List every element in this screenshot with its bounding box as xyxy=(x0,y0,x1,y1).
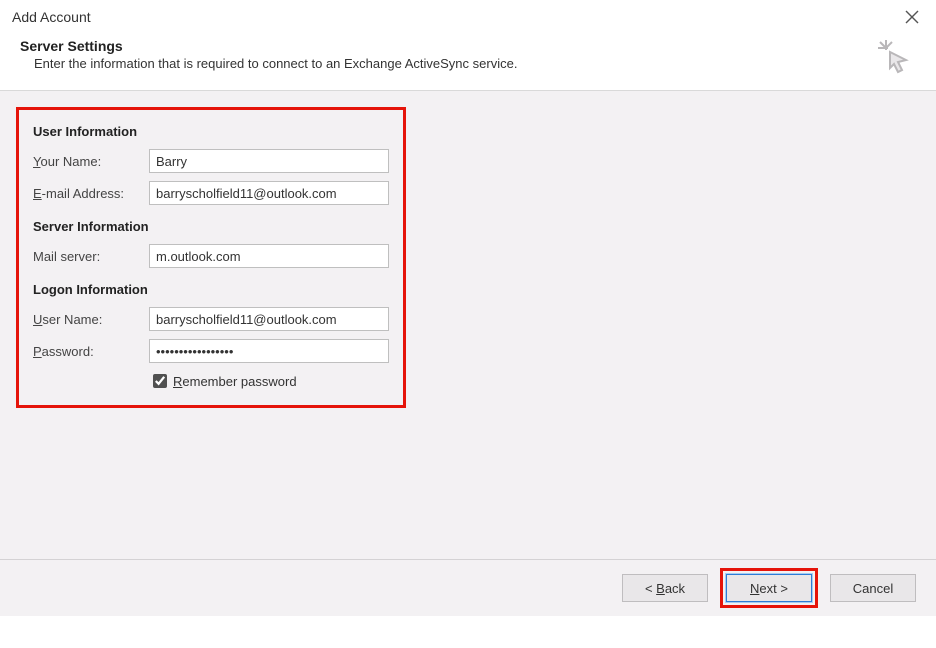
header-title: Server Settings xyxy=(20,38,517,54)
your-name-input[interactable] xyxy=(149,149,389,173)
row-your-name: Your Name: xyxy=(33,149,389,173)
email-input[interactable] xyxy=(149,181,389,205)
label-remember: Remember password xyxy=(173,374,297,389)
label-user-name: User Name: xyxy=(33,312,141,327)
label-your-name: Your Name: xyxy=(33,154,141,169)
mail-server-input[interactable] xyxy=(149,244,389,268)
wizard-header: Server Settings Enter the information th… xyxy=(0,28,936,86)
back-button[interactable]: < Back xyxy=(622,574,708,602)
row-user-name: User Name: xyxy=(33,307,389,331)
row-password: Password: xyxy=(33,339,389,363)
next-button[interactable]: Next > xyxy=(726,574,812,602)
title-bar: Add Account xyxy=(0,0,936,28)
header-subtitle: Enter the information that is required t… xyxy=(34,56,517,71)
wizard-footer: < Back Next > Cancel xyxy=(0,560,936,616)
content-area: User Information Your Name: E-mail Addre… xyxy=(0,91,936,559)
window-title: Add Account xyxy=(12,9,91,25)
label-password: Password: xyxy=(33,344,141,359)
password-input[interactable] xyxy=(149,339,389,363)
close-icon[interactable] xyxy=(898,5,926,29)
label-mail-server: Mail server: xyxy=(33,249,141,264)
header-text: Server Settings Enter the information th… xyxy=(20,38,517,71)
user-name-input[interactable] xyxy=(149,307,389,331)
label-email: E-mail Address: xyxy=(33,186,141,201)
logon-info-heading: Logon Information xyxy=(33,282,389,297)
row-mail-server: Mail server: xyxy=(33,244,389,268)
cancel-button[interactable]: Cancel xyxy=(830,574,916,602)
cursor-spark-icon xyxy=(876,38,912,74)
next-button-highlight: Next > xyxy=(720,568,818,608)
settings-form-highlight: User Information Your Name: E-mail Addre… xyxy=(16,107,406,408)
row-remember: Remember password xyxy=(33,371,389,391)
user-info-heading: User Information xyxy=(33,124,389,139)
row-email: E-mail Address: xyxy=(33,181,389,205)
server-info-heading: Server Information xyxy=(33,219,389,234)
remember-checkbox[interactable] xyxy=(153,374,167,388)
